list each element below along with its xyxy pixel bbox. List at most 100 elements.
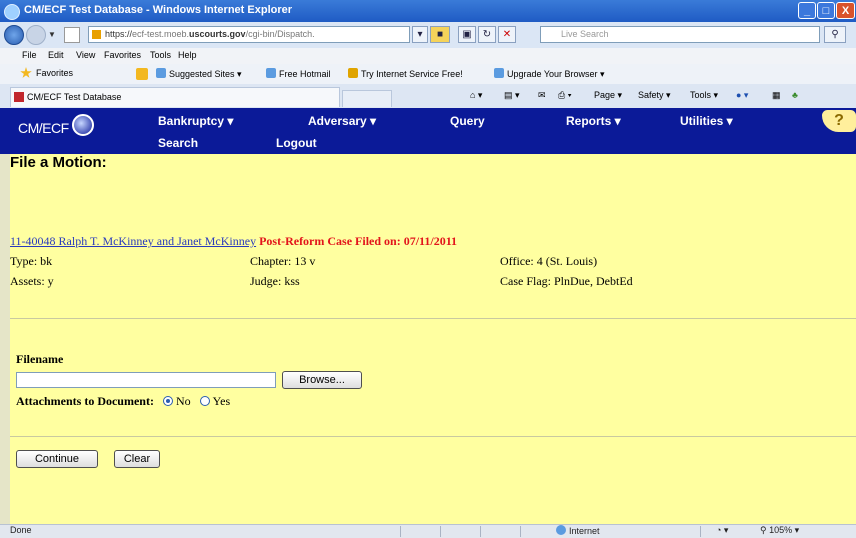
case-assets: Assets: y (10, 274, 54, 288)
menu-favorites[interactable]: Favorites (104, 50, 141, 60)
cmecf-logo[interactable]: CM/ECF (18, 120, 69, 136)
clear-button[interactable]: Clear (114, 450, 160, 468)
nav-left-edge (0, 108, 10, 154)
compatibility-view-icon[interactable]: ▣ (458, 26, 476, 43)
attachments-no-radio[interactable] (162, 396, 173, 406)
page-content: CM/ECF Bankruptcy ▾ Adversary ▾ Query Re… (0, 108, 856, 524)
case-judge: Judge: kss (250, 274, 300, 288)
case-status: Post-Reform Case Filed on: 07/11/2011 (259, 234, 458, 248)
fav-suggested-sites[interactable]: Suggested Sites ▾ (156, 68, 242, 80)
address-toolbar: ▼ https://ecf-test.moeb.uscourts.gov/cgi… (0, 22, 856, 49)
filename-label: Filename (16, 352, 64, 366)
add-favorite-icon[interactable] (136, 68, 148, 80)
globe-icon (556, 525, 566, 535)
page-menu[interactable]: Page ▾ (594, 90, 622, 101)
upgrade-icon (494, 68, 504, 78)
feeds-icon[interactable]: ▤ ▾ (504, 90, 520, 101)
yes-label: Yes (212, 394, 231, 408)
search-icon[interactable]: ⚲ (824, 26, 846, 43)
tab-bar: CM/ECF Test Database ⌂ ▾ ▤ ▾ ✉ ⎙ ▾ Page … (0, 84, 856, 109)
nav-reports[interactable]: Reports ▾ (566, 114, 621, 128)
nav-utilities[interactable]: Utilities ▾ (680, 114, 733, 128)
read-mail-icon[interactable]: ✉ (538, 90, 546, 101)
url-path: /cgi-bin/Dispatch. (245, 29, 315, 39)
menu-view[interactable]: View (76, 50, 95, 60)
research-icon[interactable]: ▦ (772, 90, 781, 101)
divider-top (10, 318, 856, 319)
msn-icon (348, 68, 358, 78)
url-prefix: https:// (105, 29, 133, 39)
window-title-bar: CM/ECF Test Database - Windows Internet … (0, 0, 856, 22)
forward-button[interactable] (26, 25, 46, 45)
minimize-button[interactable]: _ (798, 2, 816, 19)
stop-icon[interactable]: ✕ (498, 26, 516, 43)
attachments-label: Attachments to Document: (16, 394, 154, 408)
case-header: 11-40048 Ralph T. McKinney and Janet McK… (10, 234, 457, 249)
status-divider (440, 526, 441, 537)
fav-upgrade-browser[interactable]: Upgrade Your Browser ▾ (494, 68, 605, 80)
protected-mode-icon[interactable]: ◔ ▾ (716, 525, 728, 536)
url-domain: uscourts.gov (189, 29, 246, 39)
home-icon[interactable]: ⌂ ▾ (470, 90, 482, 101)
ecf-navigation-bar: CM/ECF Bankruptcy ▾ Adversary ▾ Query Re… (10, 108, 856, 154)
zoom-level[interactable]: ⚲ 105% ▾ (760, 525, 799, 536)
attachments-row: Attachments to Document: No Yes (16, 394, 230, 409)
case-office: Office: 4 (St. Louis) (500, 254, 598, 268)
status-divider (520, 526, 521, 537)
status-bar: Done Internet ◔ ▾ ⚲ 105% ▾ (0, 524, 856, 538)
nav-bankruptcy[interactable]: Bankruptcy ▾ (158, 114, 233, 128)
cmecf-favicon-icon (14, 92, 24, 102)
menu-tools[interactable]: Tools (150, 50, 171, 60)
suggested-sites-icon (156, 68, 166, 78)
safety-menu[interactable]: Safety ▾ (638, 90, 671, 101)
tab-label: CM/ECF Test Database (27, 92, 122, 102)
menu-file[interactable]: File (22, 50, 37, 60)
nav-adversary[interactable]: Adversary ▾ (308, 114, 376, 128)
page-title: File a Motion: (10, 154, 107, 171)
help-button[interactable]: ? (822, 110, 856, 132)
fav-free-hotmail[interactable]: Free Hotmail (266, 68, 331, 79)
address-dropdown-button[interactable]: ▾ (412, 26, 428, 43)
case-chapter: Chapter: 13 v (250, 254, 316, 268)
refresh-icon[interactable]: ↻ (478, 26, 496, 43)
ie-logo-icon (4, 4, 20, 20)
address-input[interactable]: https://ecf-test.moeb.uscourts.gov/cgi-b… (88, 26, 410, 43)
messenger-icon[interactable]: ♣ (792, 90, 798, 100)
nav-search[interactable]: Search (158, 136, 198, 150)
favorites-bar: Favorites Suggested Sites ▾ Free Hotmail… (0, 64, 856, 85)
status-divider (480, 526, 481, 537)
tab-cmecf[interactable]: CM/ECF Test Database (10, 87, 340, 107)
cmecf-logo-icon (72, 114, 94, 136)
favorites-star-icon (20, 67, 32, 78)
help-icon[interactable]: ● ▾ (736, 90, 748, 101)
no-label: No (175, 394, 191, 408)
menu-bar: File Edit View Favorites Tools Help (0, 48, 856, 65)
new-tab-button[interactable] (342, 90, 392, 107)
close-button[interactable]: X (836, 2, 855, 19)
search-input[interactable]: Live Search (540, 26, 820, 43)
menu-edit[interactable]: Edit (48, 50, 64, 60)
browse-button[interactable]: Browse... (282, 371, 362, 389)
hotmail-icon (266, 68, 276, 78)
favorites-button[interactable]: Favorites (36, 68, 73, 78)
status-text: Done (10, 525, 32, 535)
fav-try-internet[interactable]: Try Internet Service Free! (348, 68, 463, 79)
window-title: CM/ECF Test Database - Windows Internet … (24, 4, 293, 16)
lock-icon[interactable]: ■ (430, 26, 450, 43)
case-link[interactable]: 11-40048 Ralph T. McKinney and Janet McK… (10, 234, 256, 248)
tools-menu[interactable]: Tools ▾ (690, 90, 718, 101)
page-favicon-icon (64, 27, 80, 43)
print-icon[interactable]: ⎙ ▾ (558, 90, 571, 101)
continue-button[interactable]: Continue (16, 450, 98, 468)
menu-help[interactable]: Help (178, 50, 197, 60)
maximize-button[interactable]: □ (817, 2, 835, 19)
status-divider (400, 526, 401, 537)
nav-query[interactable]: Query (450, 114, 485, 128)
nav-logout[interactable]: Logout (276, 136, 317, 150)
case-flag: Case Flag: PlnDue, DebtEd (500, 274, 633, 288)
divider-bottom (10, 436, 856, 437)
recent-pages-chevron-icon[interactable]: ▼ (48, 30, 56, 39)
filename-input[interactable] (16, 372, 276, 388)
back-button[interactable] (4, 25, 24, 45)
attachments-yes-radio[interactable] (199, 396, 210, 406)
